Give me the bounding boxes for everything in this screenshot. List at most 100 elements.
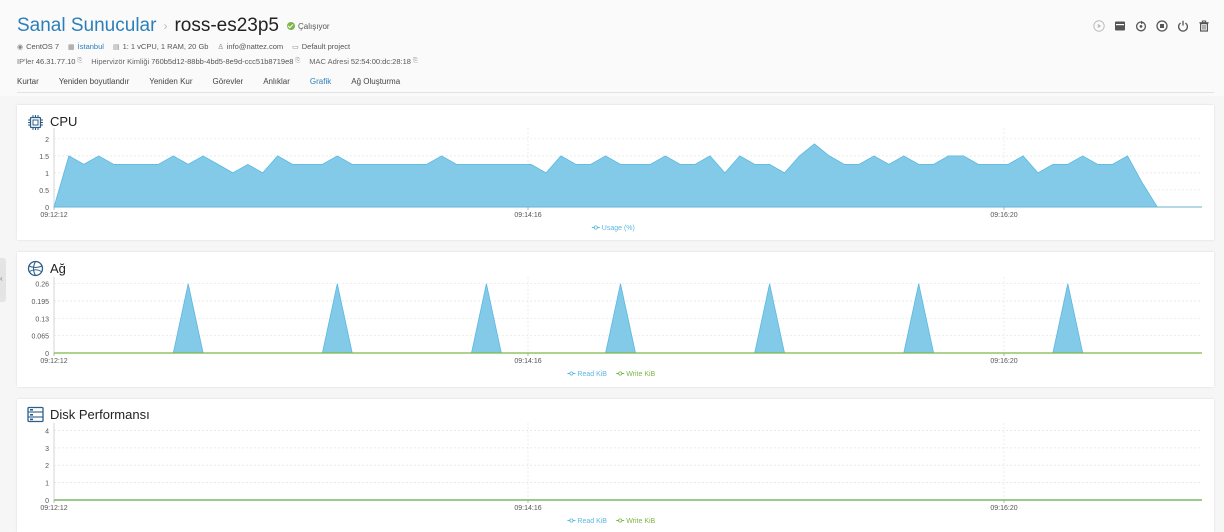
x-tick-label: 09:14:16	[514, 358, 541, 365]
restart-icon[interactable]	[1135, 20, 1147, 32]
x-tick-label: 09:16:20	[990, 505, 1017, 512]
ip-label: IP'ler	[17, 57, 34, 66]
series-area	[53, 143, 1202, 208]
server-icon: ▤	[112, 43, 120, 51]
cpu-chart: 0 0.5 1 1.5 2 09:12:12 09:14:16 09:16:20 Usage (…	[39, 128, 1202, 232]
check-circle-icon	[287, 22, 295, 30]
y-tick-label: 2	[45, 137, 49, 144]
x-tick-label: 09:12:12	[40, 212, 67, 219]
location-link[interactable]: İstanbul	[78, 42, 104, 51]
x-tick-label: 09:16:20	[990, 212, 1017, 219]
os-text: CentOS 7	[26, 42, 60, 51]
legend-marker	[593, 225, 598, 230]
copy-icon[interactable]: ⎘	[413, 58, 418, 65]
copy-icon[interactable]: ⎘	[295, 58, 300, 65]
server-meta-row: ◉ CentOS 7 ▦ İstanbul ▤ 1: 1 vCPU, 1 RAM, 2…	[17, 42, 359, 51]
y-tick-label: 4	[45, 428, 49, 435]
location-info: ▦ İstanbul	[68, 42, 104, 51]
owner-info: ♙ info@nattez.com	[217, 42, 283, 51]
legend-marker	[569, 518, 574, 523]
y-tick-label: 0	[45, 205, 49, 212]
legend-label: Write KiB	[626, 518, 655, 525]
os-icon: ◉	[17, 43, 24, 51]
project-info: ▭ Default project	[292, 42, 350, 51]
tab-graphs[interactable]: Grafik	[309, 77, 332, 93]
y-tick-label: 0	[45, 351, 49, 358]
y-tick-label: 0.065	[31, 334, 49, 341]
project-text: Default project	[301, 42, 351, 51]
x-tick-label: 09:12:12	[40, 358, 67, 365]
disk-chart: 0 1 2 3 4 09:12:12 09:14:16 09:16:20 Read KiB Wri…	[40, 423, 1202, 525]
page-title: ross-es23p5	[174, 15, 279, 36]
folder-icon: ▭	[292, 43, 299, 51]
hypervisor-label: Hipervizör Kimliği	[91, 57, 150, 66]
legend-marker	[569, 371, 574, 376]
y-tick-label: 2	[45, 463, 49, 470]
legend-label: Usage (%)	[602, 225, 635, 232]
mac-label: MAC Adresi	[309, 57, 349, 66]
hypervisor-info: Hipervizör Kimliği 760b5d12-88bb-4bd5-8e9…	[91, 57, 300, 66]
plan-info: ▤ 1: 1 vCPU, 1 RAM, 20 Gb	[113, 42, 209, 51]
y-tick-label: 0.5	[39, 188, 49, 195]
x-tick-label: 09:12:12	[40, 505, 67, 512]
tab-tasks[interactable]: Görevler	[213, 77, 244, 93]
network-chart: 0 0.065 0.13 0.195 0.26 09:12:12 09:14:16 09:16…	[31, 277, 1202, 378]
user-icon: ♙	[217, 43, 224, 51]
x-tick-label: 09:16:20	[990, 358, 1017, 365]
x-tick-label: 09:14:16	[514, 505, 541, 512]
tab-rebuild[interactable]: Yeniden Kur	[149, 77, 192, 93]
building-icon: ▦	[68, 43, 75, 51]
legend-label: Read KiB	[577, 371, 607, 378]
legend-item[interactable]: Write KiB	[616, 518, 656, 525]
title-row: Sanal Sunucular › ross-es23p5 Çalışıyor	[17, 15, 330, 37]
copy-icon[interactable]: ⎘	[77, 58, 82, 65]
y-tick-label: 0.13	[35, 316, 49, 323]
y-tick-label: 3	[45, 446, 49, 453]
status-badge: Çalışıyor	[287, 22, 330, 31]
console-icon[interactable]	[1114, 20, 1126, 32]
legend-item[interactable]: Write KiB	[616, 371, 656, 378]
tab-bar: Kurtar Yeniden boyutlandır Yeniden Kur G…	[17, 77, 420, 93]
legend-item[interactable]: Usage (%)	[591, 225, 635, 232]
server-actions	[1084, 20, 1210, 32]
trash-icon[interactable]	[1198, 20, 1210, 32]
hypervisor-value: 760b5d12-88bb-4bd5-8e9d-ccc51b8719e8	[151, 57, 294, 66]
y-tick-label: 0	[45, 498, 49, 505]
ip-value: 46.31.77.10	[35, 57, 76, 66]
tab-kurtar[interactable]: Kurtar	[17, 77, 39, 93]
legend-item[interactable]: Read KiB	[567, 371, 607, 378]
owner-email: info@nattez.com	[226, 42, 284, 51]
server-ids-row: IP'ler 46.31.77.10 ⎘ Hipervizör Kimliği 760…	[17, 57, 427, 66]
sidebar-toggle[interactable]: ‹	[0, 258, 6, 302]
y-tick-label: 1.5	[39, 154, 49, 161]
legend-label: Read KiB	[577, 518, 607, 525]
breadcrumb-separator: ›	[163, 19, 168, 33]
chevron-left-icon: ‹	[0, 274, 3, 283]
plan-text: 1: 1 vCPU, 1 RAM, 20 Gb	[122, 42, 209, 51]
x-tick-label: 09:14:16	[514, 212, 541, 219]
page-header: Sanal Sunucular › ross-es23p5 Çalışıyor …	[0, 0, 1224, 96]
play-icon[interactable]	[1093, 20, 1105, 32]
tab-resize[interactable]: Yeniden boyutlandır	[59, 77, 129, 93]
y-tick-label: 1	[45, 481, 49, 488]
legend-item[interactable]: Read KiB	[567, 518, 607, 525]
y-tick-label: 0.26	[35, 282, 49, 289]
power-icon[interactable]	[1177, 20, 1189, 32]
network-panel: Ağ 0 0.065 0.13 0.195 0.26 09:12:12 09:14:16 09…	[17, 252, 1214, 387]
ip-info: IP'ler 46.31.77.10 ⎘	[17, 57, 82, 66]
stop-icon[interactable]	[1156, 20, 1168, 32]
mac-value: 52:54:00:dc:28:18	[350, 57, 411, 66]
legend-label: Write KiB	[626, 371, 655, 378]
cpu-panel: CPU 0 0.5 1 1.5 2 09:12:12 09:14:16 09:16:20 Usa…	[17, 105, 1214, 240]
header-divider	[17, 92, 1214, 93]
disk-panel: Disk Performansı 0 1 2 3 4 09:12:12 09:14:16 09…	[17, 399, 1214, 532]
tab-networking[interactable]: Ağ Oluşturma	[351, 77, 400, 93]
breadcrumb-root-link[interactable]: Sanal Sunucular	[17, 15, 156, 37]
os-info: ◉ CentOS 7	[17, 42, 59, 51]
y-tick-label: 0.195	[31, 299, 49, 306]
mac-info: MAC Adresi 52:54:00:dc:28:18 ⎘	[309, 57, 417, 66]
y-tick-label: 1	[45, 171, 49, 178]
legend-marker	[618, 371, 623, 376]
legend-marker	[618, 518, 623, 523]
tab-snapshots[interactable]: Anlıklar	[263, 77, 290, 93]
